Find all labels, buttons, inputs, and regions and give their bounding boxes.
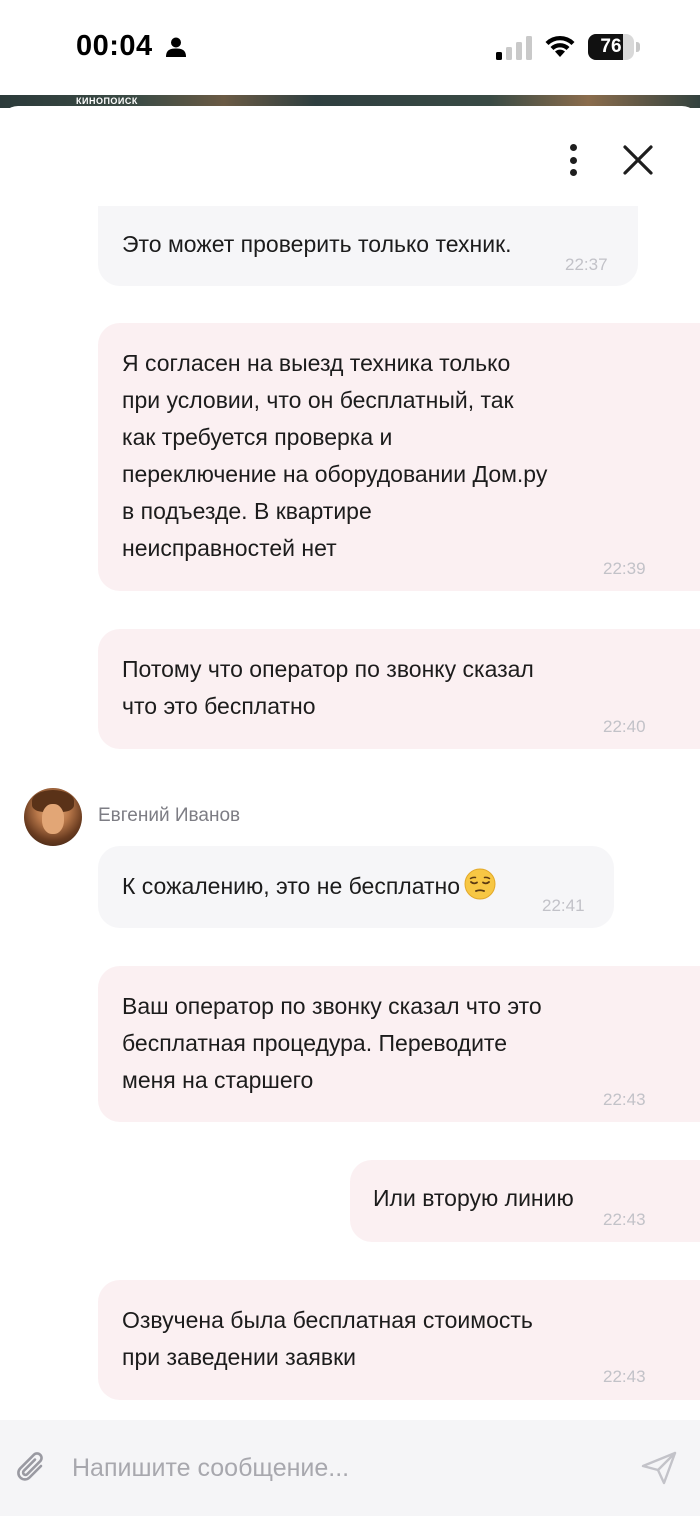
close-icon[interactable] xyxy=(620,142,656,178)
send-icon[interactable] xyxy=(640,1450,678,1486)
message-text: Это может проверить только техник. xyxy=(122,231,512,257)
message-time: 22:43 xyxy=(603,1210,646,1229)
avatar[interactable] xyxy=(24,788,82,846)
battery-cap xyxy=(636,42,640,52)
wifi-icon xyxy=(545,35,575,57)
cellular-signal-icon xyxy=(496,36,532,60)
battery-level: 76 xyxy=(600,36,622,57)
message-time: 22:40 xyxy=(603,717,646,736)
more-vertical-icon xyxy=(569,144,577,151)
message-bubble[interactable]: Озвучена была бесплатная стоимость при з… xyxy=(98,1280,700,1400)
message-time: 22:39 xyxy=(603,559,646,578)
message-text: К сожалению, это не бесплатно xyxy=(122,868,496,905)
message-bubble[interactable]: Это может проверить только техник. 22:37 xyxy=(98,206,638,286)
message-text: Или вторую линию xyxy=(373,1185,574,1211)
status-bar: 00:04 76 xyxy=(0,0,700,95)
message-bubble[interactable]: К сожалению, это не бесплатно 22:41 xyxy=(98,846,614,928)
message-text: Ваш оператор по звонку сказал что это бе… xyxy=(122,993,542,1093)
message-composer xyxy=(0,1420,700,1516)
pensive-face-emoji xyxy=(464,868,496,900)
battery-indicator: 76 xyxy=(588,34,640,60)
message-bubble[interactable]: Я согласен на выезд техника только при у… xyxy=(98,323,700,591)
message-time: 22:43 xyxy=(603,1090,646,1109)
message-text-content: К сожалению, это не бесплатно xyxy=(122,873,461,899)
paperclip-icon[interactable] xyxy=(14,1448,50,1488)
person-icon xyxy=(166,37,186,57)
sender-name: Евгений Иванов xyxy=(98,805,241,826)
message-input[interactable] xyxy=(72,1446,612,1490)
message-text: Озвучена была бесплатная стоимость при з… xyxy=(122,1307,533,1370)
message-bubble[interactable]: Потому что оператор по звонку сказал что… xyxy=(98,629,700,749)
message-bubble[interactable]: Ваш оператор по звонку сказал что это бе… xyxy=(98,966,700,1122)
message-text: Я согласен на выезд техника только при у… xyxy=(122,350,548,561)
chat-header xyxy=(0,106,700,206)
message-list[interactable]: Это может проверить только техник. 22:37… xyxy=(0,206,700,1420)
battery-body: 76 xyxy=(588,34,634,60)
message-time: 22:37 xyxy=(565,255,608,274)
message-bubble[interactable]: Или вторую линию 22:43 xyxy=(350,1160,700,1242)
banner-logo: КИНОПОИСК xyxy=(76,96,138,106)
status-time: 00:04 xyxy=(76,30,153,62)
more-options-button[interactable] xyxy=(556,141,590,179)
avatar-face xyxy=(42,804,64,834)
message-text: Потому что оператор по звонку сказал что… xyxy=(122,656,534,719)
message-time: 22:41 xyxy=(542,896,585,915)
more-vertical-icon-dot xyxy=(569,169,577,176)
message-time: 22:43 xyxy=(603,1367,646,1386)
more-vertical-icon-dot xyxy=(569,156,577,164)
